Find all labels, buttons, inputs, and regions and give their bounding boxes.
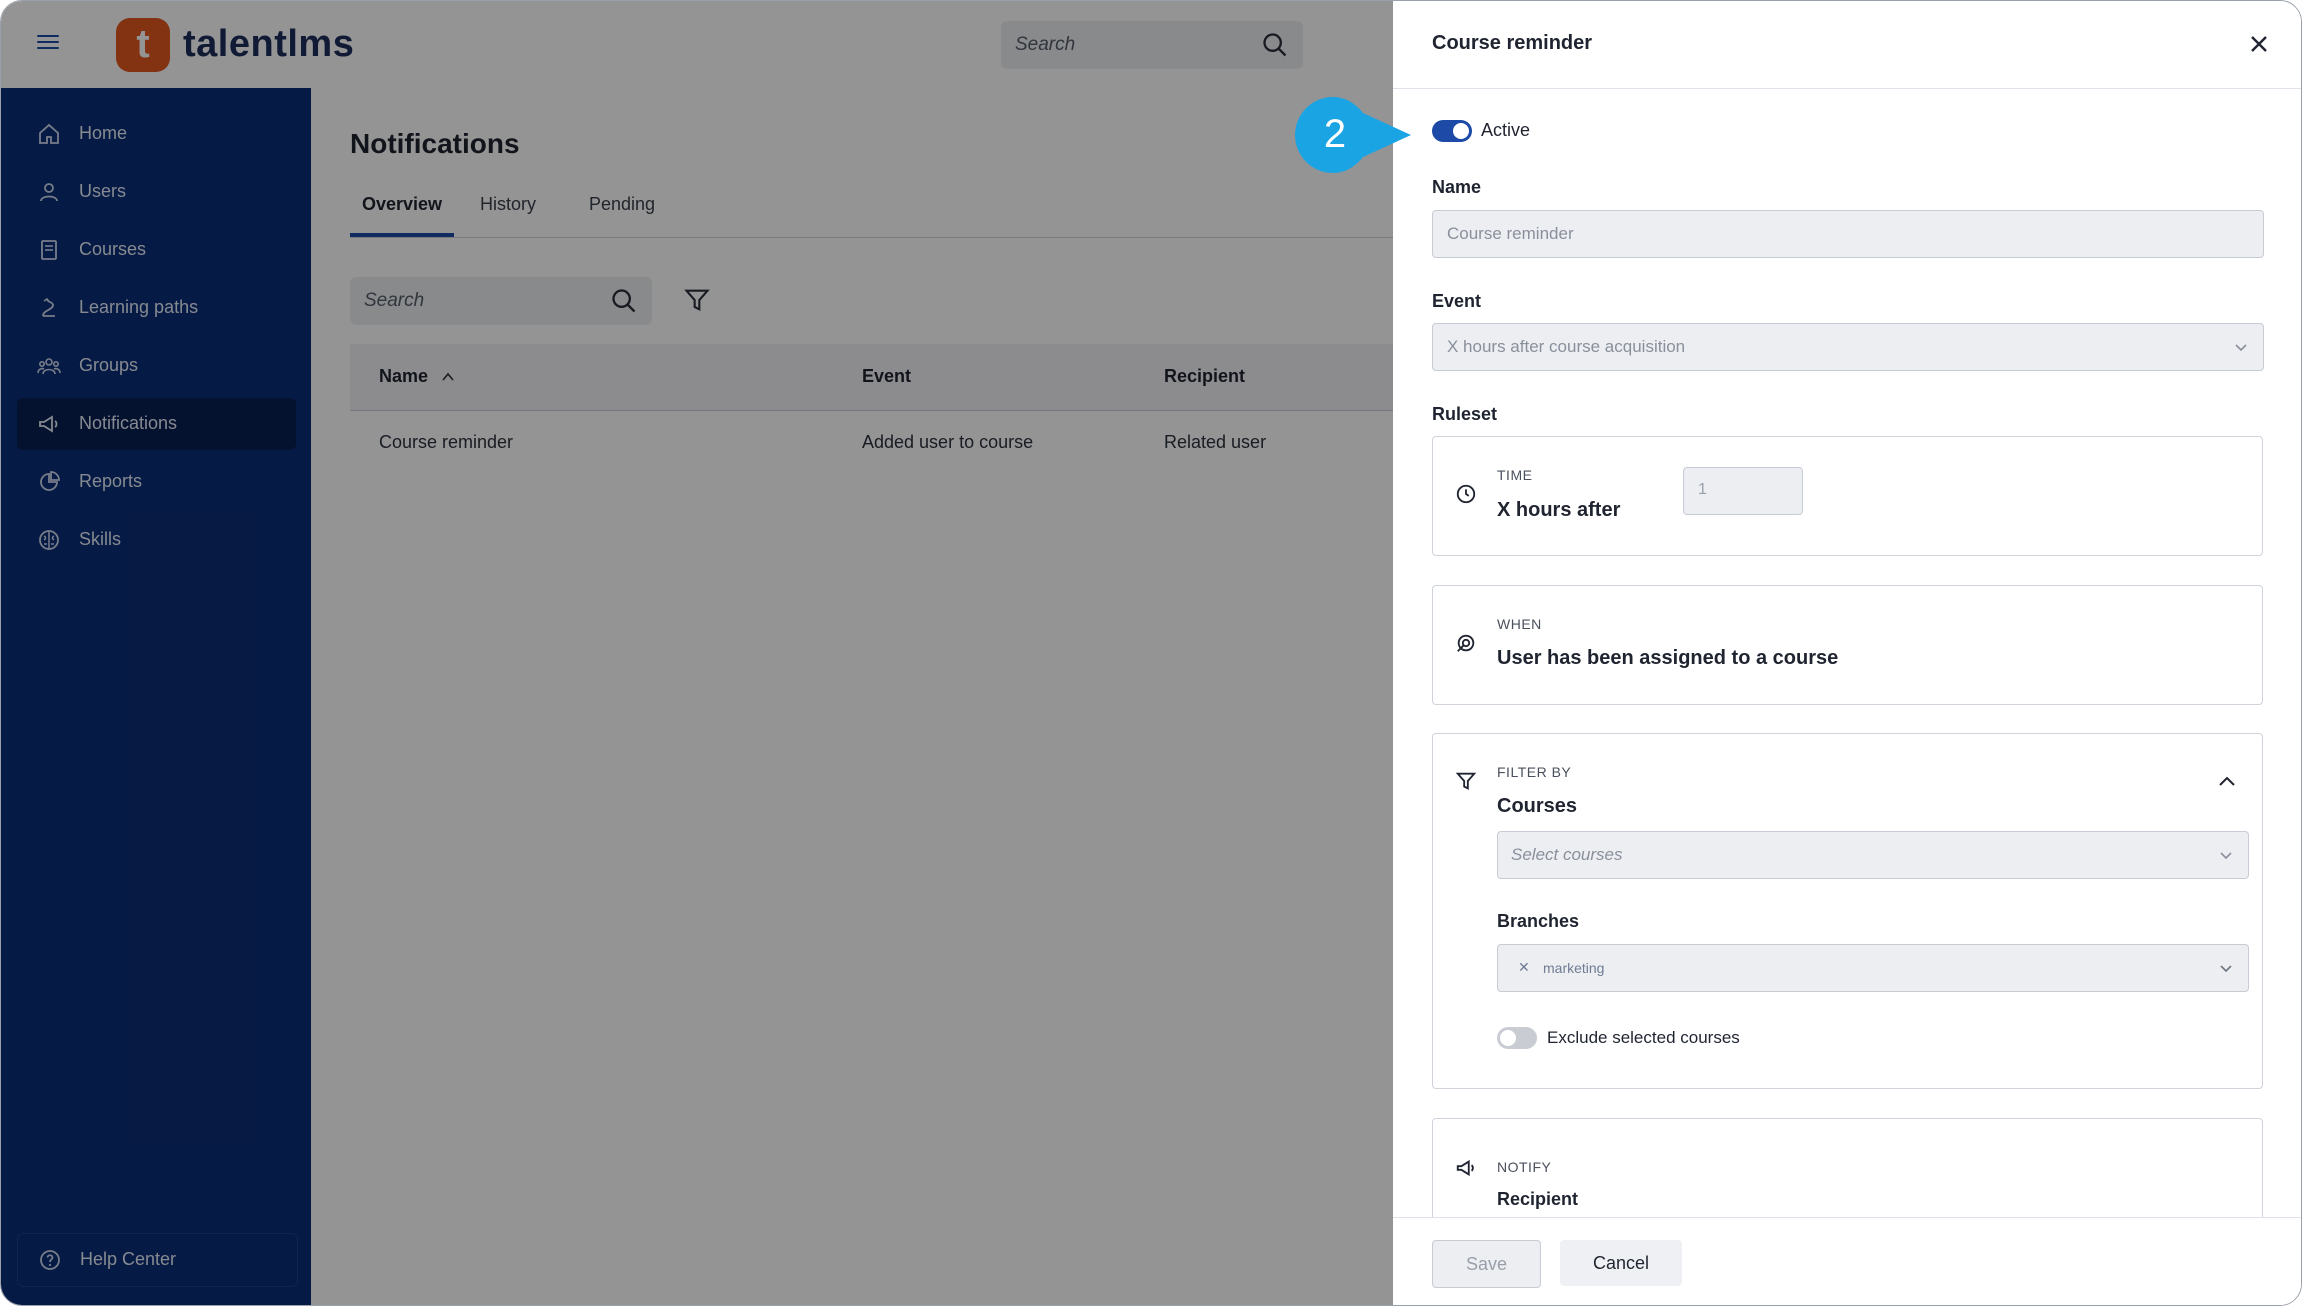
ruleset-label: Ruleset (1432, 404, 1498, 424)
hours-value: 1 (1698, 481, 1707, 498)
exclude-courses-label: Exclude selected courses (1547, 1028, 1740, 1047)
chevron-down-icon (2235, 344, 2247, 352)
step-number: 2 (1324, 112, 1346, 156)
ruleset-filter-card: FILTER BY Courses Select courses Branche… (1432, 733, 2263, 1089)
close-icon[interactable] (2247, 32, 2271, 56)
clock-icon (1456, 484, 1476, 504)
app-window: t talentlms Search Home Users Courses Le… (0, 0, 2302, 1306)
ruleset-time-card: TIME X hours after 1 (1432, 436, 2263, 556)
event-value: X hours after course acquisition (1447, 337, 1686, 356)
filter-icon (1455, 772, 1477, 790)
active-label: Active (1481, 120, 1531, 140)
cancel-button[interactable]: Cancel (1560, 1240, 1682, 1286)
name-input[interactable]: Course reminder (1432, 210, 2264, 258)
exclude-courses-toggle[interactable] (1497, 1027, 1537, 1049)
filter-kicker: FILTER BY (1497, 764, 1572, 780)
chevron-up-icon[interactable] (2216, 770, 2238, 792)
chevron-down-icon (2220, 852, 2232, 860)
notification-drawer: Course reminder Active Name Course remin… (1393, 1, 2301, 1305)
modal-backdrop[interactable] (1, 1, 1393, 1305)
branch-chip-label: marketing (1543, 960, 1605, 976)
filter-headline: Courses (1497, 795, 1578, 817)
chevron-down-icon (2220, 965, 2232, 973)
ruleset-notify-card: NOTIFY Recipient (1432, 1118, 2263, 1217)
time-kicker: TIME (1497, 467, 1533, 483)
event-select[interactable]: X hours after course acquisition (1432, 323, 2264, 371)
courses-select[interactable]: Select courses (1497, 831, 2249, 879)
branches-label: Branches (1497, 911, 1580, 931)
when-kicker: WHEN (1497, 616, 1542, 632)
notify-headline: Recipient (1497, 1189, 1579, 1209)
drawer-header: Course reminder (1393, 1, 2301, 89)
save-button[interactable]: Save (1432, 1240, 1541, 1288)
step-callout: 2 (1295, 97, 1411, 173)
event-label: Event (1432, 291, 1482, 311)
drawer-body: Active Name Course reminder Event X hour… (1393, 89, 2301, 1217)
remove-chip-icon[interactable]: ✕ (1518, 959, 1530, 976)
hours-input[interactable]: 1 (1683, 467, 1803, 515)
target-icon (1457, 634, 1475, 652)
time-headline: X hours after (1497, 499, 1621, 521)
drawer-title: Course reminder (1432, 32, 1593, 54)
courses-placeholder: Select courses (1511, 845, 1623, 864)
drawer-footer: Save Cancel (1393, 1217, 2301, 1305)
name-value: Course reminder (1447, 224, 1574, 243)
notify-kicker: NOTIFY (1497, 1159, 1552, 1175)
name-label: Name (1432, 177, 1482, 197)
active-toggle[interactable] (1432, 120, 1472, 142)
ruleset-when-card: WHEN User has been assigned to a course (1432, 585, 2263, 705)
branches-select[interactable]: ✕ marketing (1497, 944, 2249, 992)
megaphone-icon (1456, 1159, 1474, 1177)
when-headline: User has been assigned to a course (1497, 647, 1839, 669)
